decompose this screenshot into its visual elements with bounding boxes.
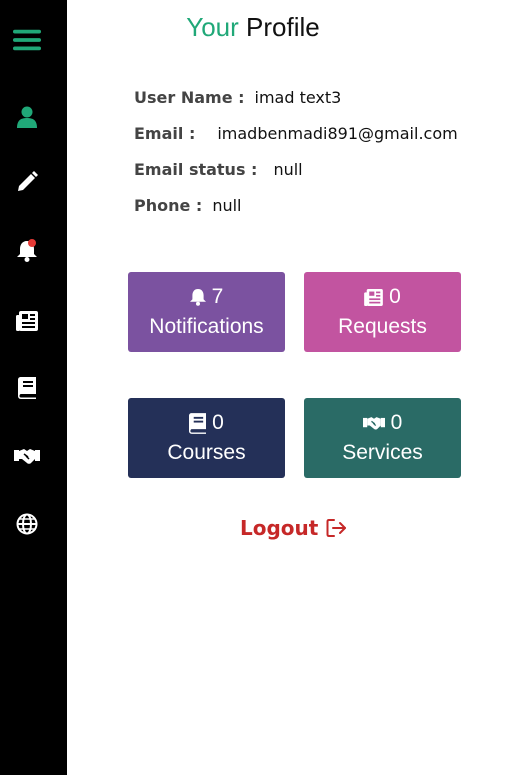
logout-label: Logout: [240, 516, 319, 540]
courses-count: 0: [212, 411, 224, 434]
email-value: imadbenmadi891@gmail.com: [217, 124, 458, 143]
courses-card[interactable]: 0 Courses: [128, 398, 285, 478]
main-content: Your Profile User Name : imad text3 Email…: [67, 0, 512, 775]
phone-row: Phone : null: [134, 196, 242, 215]
page-title-accent: Your: [186, 12, 239, 42]
book-icon: [189, 412, 207, 434]
services-card-top: 0: [362, 411, 403, 435]
email-status-row: Email status : null: [134, 160, 303, 179]
globe-icon[interactable]: [13, 510, 41, 538]
username-row: User Name : imad text3: [134, 88, 341, 107]
notification-badge: [28, 239, 36, 247]
page-title-rest: Profile: [246, 12, 320, 42]
user-icon[interactable]: [13, 103, 41, 131]
username-value: imad text3: [254, 88, 342, 107]
phone-label: Phone :: [134, 196, 203, 215]
notifications-count: 7: [211, 285, 224, 308]
newspaper-icon[interactable]: [13, 307, 41, 335]
notifications-label: Notifications: [149, 315, 264, 338]
email-row: Email : imadbenmadi891@gmail.com: [134, 124, 458, 143]
notifications-card-top: 7: [189, 285, 224, 309]
courses-card-top: 0: [189, 411, 224, 435]
requests-card[interactable]: 0 Requests: [304, 272, 461, 352]
bell-icon: [189, 289, 206, 306]
handshake-icon: [362, 417, 385, 430]
logout-button[interactable]: Logout: [240, 516, 348, 540]
email-status-label: Email status :: [134, 160, 258, 179]
book-icon[interactable]: [13, 374, 41, 402]
page-title: Your Profile: [67, 12, 439, 43]
bell-icon[interactable]: [13, 237, 41, 265]
requests-label: Requests: [338, 315, 427, 338]
phone-value: null: [212, 196, 242, 215]
email-label: Email :: [134, 124, 196, 143]
pencil-icon[interactable]: [13, 168, 41, 196]
requests-count: 0: [389, 285, 401, 308]
newspaper-icon: [364, 288, 384, 306]
email-status-value: null: [273, 160, 303, 179]
menu-icon[interactable]: [13, 26, 41, 54]
services-count: 0: [390, 411, 403, 434]
notifications-card[interactable]: 7 Notifications: [128, 272, 285, 352]
handshake-icon[interactable]: [13, 442, 41, 470]
services-label: Services: [342, 441, 423, 464]
logout-icon: [326, 519, 347, 537]
services-card[interactable]: 0 Services: [304, 398, 461, 478]
requests-card-top: 0: [364, 285, 401, 309]
courses-label: Courses: [167, 441, 246, 464]
username-label: User Name :: [134, 88, 245, 107]
sidebar: [0, 0, 67, 775]
